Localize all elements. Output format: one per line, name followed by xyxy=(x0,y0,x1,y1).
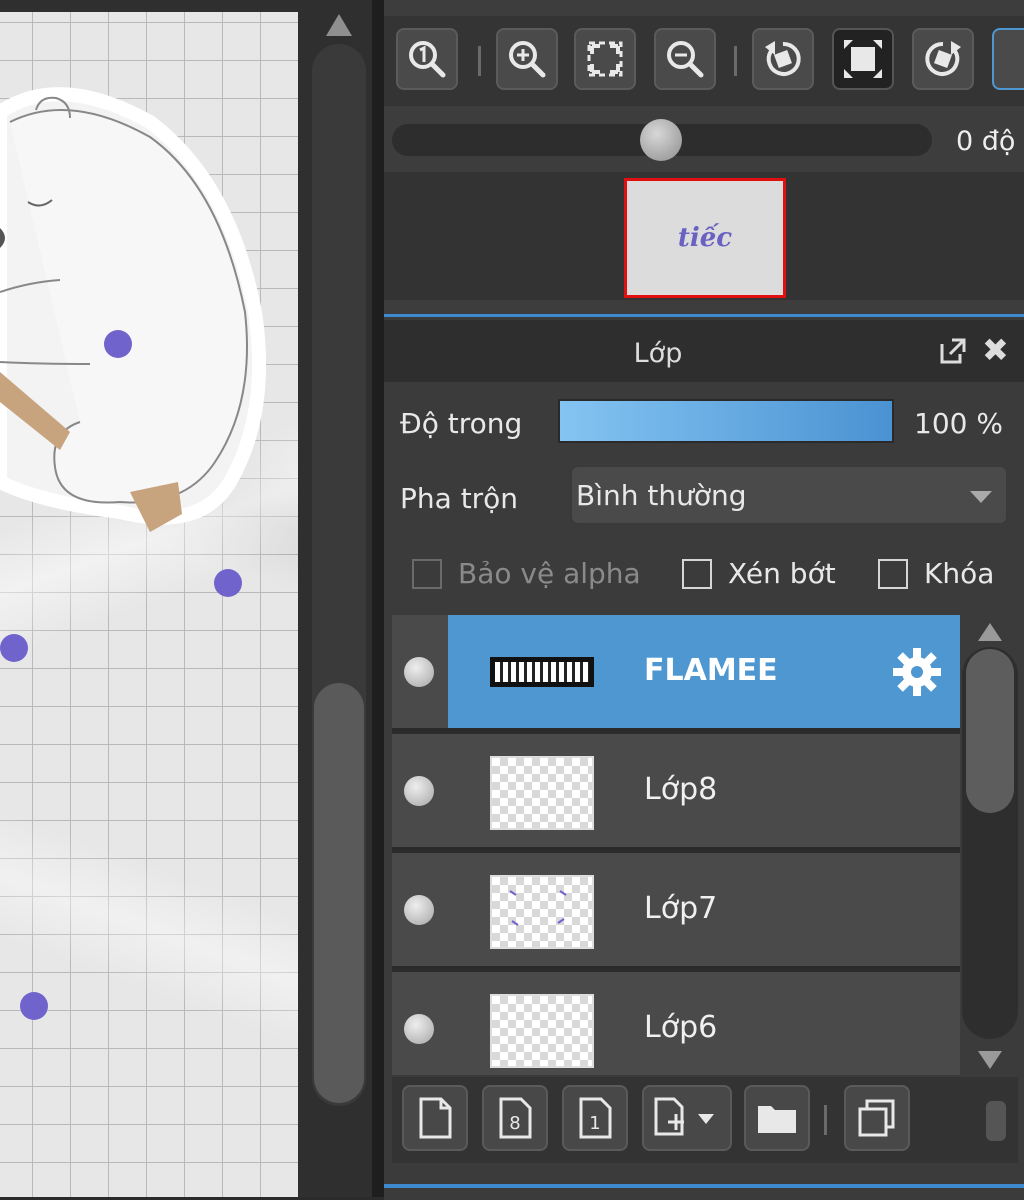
canvas-marker-dot xyxy=(214,569,242,597)
rotation-slider-handle[interactable] xyxy=(640,119,682,161)
layer-name: FLAMEE xyxy=(644,653,778,688)
canvas-marker-dot xyxy=(20,992,48,1020)
layer-thumbnail xyxy=(490,875,594,949)
right-panel: 0 độ tiếc Lớp ✖ Độ trong 100 % Pha trộn … xyxy=(384,0,1024,1200)
layer-row-lop7[interactable]: Lớp7 xyxy=(392,853,960,969)
new-1bit-layer-button[interactable]: 1 xyxy=(562,1085,628,1151)
reset-view-button[interactable] xyxy=(832,28,894,90)
visibility-toggle-icon[interactable] xyxy=(404,657,434,687)
layer-panel-title: Lớp xyxy=(633,338,683,369)
opacity-slider[interactable] xyxy=(558,399,894,443)
layer-name: Lớp7 xyxy=(644,891,718,926)
new-folder-button[interactable] xyxy=(744,1085,810,1151)
layer-thumbnail xyxy=(490,657,594,687)
canvas-scroll-up-icon[interactable] xyxy=(326,14,352,36)
visibility-toggle-icon[interactable] xyxy=(404,1014,434,1044)
fit-screen-icon xyxy=(587,41,623,77)
layer-thumbnail xyxy=(490,756,594,830)
clipping-checkbox[interactable] xyxy=(682,559,712,589)
zoom-actual-icon xyxy=(409,41,446,78)
opacity-label: Độ trong xyxy=(400,407,523,440)
visibility-toggle-icon[interactable] xyxy=(404,776,434,806)
panel-accent-line xyxy=(384,1184,1024,1188)
opacity-value: 100 % xyxy=(914,407,1003,440)
layer-row-lop6[interactable]: Lớp6 xyxy=(392,972,960,1075)
bear-sketch-illustration xyxy=(0,87,267,532)
new-1bit-layer-icon: 1 xyxy=(579,1097,612,1139)
rotate-left-icon xyxy=(765,41,801,76)
folder-icon xyxy=(758,1106,796,1133)
svg-text:1: 1 xyxy=(589,1113,600,1134)
rotation-value: 0 độ xyxy=(956,126,1016,157)
popout-icon[interactable] xyxy=(938,336,968,366)
zoom-actual-button[interactable] xyxy=(396,28,458,90)
layer-thumbnail xyxy=(490,994,594,1068)
protect-alpha-label: Bảo vệ alpha xyxy=(458,557,641,590)
protect-alpha-checkbox[interactable] xyxy=(412,559,442,589)
canvas-scroll-thumb[interactable] xyxy=(314,683,364,1103)
chevron-down-icon xyxy=(970,491,992,503)
gear-icon[interactable] xyxy=(890,645,944,699)
lock-checkbox[interactable] xyxy=(878,559,908,589)
rotate-right-button[interactable] xyxy=(912,28,974,90)
layer-thumbnail-marks xyxy=(509,890,567,926)
duplicate-layer-icon xyxy=(858,1099,895,1137)
close-icon[interactable]: ✖ xyxy=(982,334,1009,366)
new-layer-button[interactable] xyxy=(402,1085,468,1151)
layer-toolbar-overflow[interactable] xyxy=(986,1101,1006,1141)
fit-screen-button[interactable] xyxy=(574,28,636,90)
canvas-marker-dot xyxy=(0,634,28,662)
toolbar-overflow-button[interactable] xyxy=(992,28,1024,90)
rotate-right-icon xyxy=(925,41,961,76)
layer-list-scroll-thumb[interactable] xyxy=(966,649,1014,813)
lock-label: Khóa xyxy=(924,557,995,590)
toolbar-separator xyxy=(734,46,737,76)
new-8bit-layer-icon: 8 xyxy=(499,1097,532,1139)
new-8bit-layer-button[interactable]: 8 xyxy=(482,1085,548,1151)
svg-text:8: 8 xyxy=(509,1113,520,1134)
new-layer-icon xyxy=(419,1097,452,1139)
layer-name: Lớp8 xyxy=(644,772,718,807)
layer-panel: Lớp ✖ Độ trong 100 % Pha trộn Bình thườn… xyxy=(384,314,1024,1200)
zoom-in-icon xyxy=(509,41,546,78)
visibility-toggle-icon[interactable] xyxy=(404,895,434,925)
layer-row-lop8[interactable]: Lớp8 xyxy=(392,734,960,850)
add-layer-dropdown-icon xyxy=(654,1097,714,1136)
layer-panel-header: Lớp ✖ xyxy=(384,320,1024,382)
drawing-canvas[interactable] xyxy=(0,12,298,1197)
clipping-label: Xén bớt xyxy=(728,557,836,590)
toolbar-separator xyxy=(824,1105,827,1135)
layer-row-flamee[interactable]: FLAMEE xyxy=(392,615,960,731)
blend-mode-value: Bình thường xyxy=(576,479,747,512)
blend-mode-label: Pha trộn xyxy=(400,482,519,515)
duplicate-layer-button[interactable] xyxy=(844,1085,910,1151)
layer-name: Lớp6 xyxy=(644,1010,718,1045)
layer-toolbar: 8 1 xyxy=(392,1077,1018,1163)
navigator-preview-text: tiếc xyxy=(677,223,733,253)
add-layer-dropdown-button[interactable] xyxy=(642,1085,732,1151)
canvas-area[interactable] xyxy=(0,0,384,1197)
navigator-preview[interactable]: tiếc xyxy=(624,178,786,298)
zoom-in-button[interactable] xyxy=(496,28,558,90)
zoom-out-icon xyxy=(667,41,704,78)
canvas-marker-dot xyxy=(104,330,132,358)
reset-view-icon xyxy=(844,40,882,78)
navigator-toolbar xyxy=(384,16,1024,106)
toolbar-separator xyxy=(478,46,481,76)
zoom-out-button[interactable] xyxy=(654,28,716,90)
layer-list: FLAMEE Lớp8 Lớp7 Lớp6 xyxy=(392,615,960,1075)
layer-list-scroll-down-icon[interactable] xyxy=(978,1051,1002,1069)
layer-list-scroll-up-icon[interactable] xyxy=(978,623,1002,641)
rotate-left-button[interactable] xyxy=(752,28,814,90)
panel-splitter[interactable] xyxy=(372,0,384,1197)
blend-mode-select[interactable]: Bình thường xyxy=(570,465,1008,525)
